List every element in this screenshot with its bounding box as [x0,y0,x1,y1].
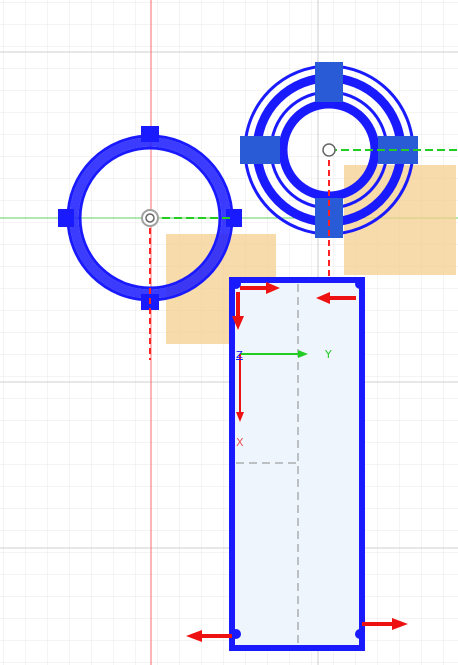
cad-viewport[interactable]: Z Y X [0,0,458,665]
triad-y-label: Y [324,348,332,361]
origin-point-left[interactable] [141,209,159,227]
sketch-canvas[interactable]: Z Y X [0,0,458,665]
origin-point-right[interactable] [322,143,336,157]
triad-z-label: Z [236,350,243,361]
rectangle-profile[interactable] [229,277,365,651]
triad-x-label: X [236,436,244,449]
